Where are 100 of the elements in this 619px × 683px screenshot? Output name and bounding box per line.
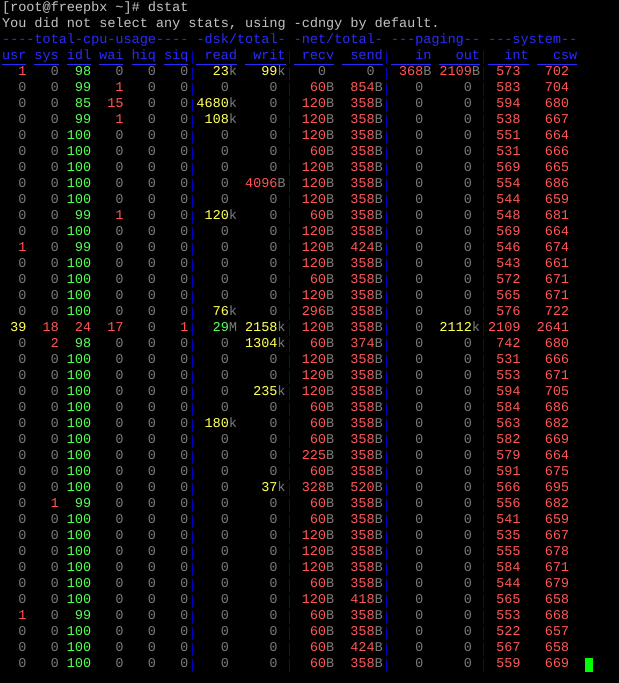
table-cell: 702 (544, 65, 570, 81)
table-cell: 669 (544, 433, 570, 449)
table-cell: 0 (148, 177, 156, 193)
table-cell: 0 (415, 113, 424, 129)
table-cell: 0 (269, 113, 278, 129)
table-cell: 0 (220, 81, 229, 97)
table-cell: 358B (350, 385, 383, 401)
table-cell: 0 (180, 161, 188, 177)
table-cell: 358B (350, 209, 383, 225)
table-cell: 554 (496, 177, 520, 193)
table-cell: 100 (66, 161, 92, 177)
table-cell: 0 (18, 289, 26, 305)
table-cell: 722 (544, 305, 570, 321)
table-cell: 0 (269, 497, 278, 513)
table-cell: 358B (350, 497, 383, 513)
table-cell: 0 (180, 465, 188, 481)
table-cell: 543 (496, 257, 520, 273)
table-cell: 0 (415, 513, 424, 529)
table-cell: 0 (180, 401, 188, 417)
table-cell: 0 (220, 257, 229, 273)
table-cell: 0 (50, 417, 59, 433)
table-cell: 100 (66, 561, 92, 577)
table-cell: 358B (350, 465, 383, 481)
table-cell: 0 (464, 609, 472, 625)
table-cell: 520B (350, 481, 383, 497)
table-cell: 0 (269, 641, 278, 657)
table-cell: 0 (18, 513, 26, 529)
table-cell: 0 (269, 353, 278, 369)
table-cell: 0 (50, 529, 59, 545)
table-cell: 555 (496, 545, 520, 561)
table-cell: 668 (544, 609, 570, 625)
table-cell: 18 (42, 321, 59, 337)
table-cell: 0 (415, 593, 424, 609)
table-cell: 0 (464, 545, 472, 561)
table-cell: 0 (50, 401, 59, 417)
table-cell: 0 (269, 145, 278, 161)
table-cell: 120B (302, 289, 334, 305)
table-cell: 535 (496, 529, 520, 545)
table-cell: 0 (50, 241, 59, 257)
table-cell: 0 (148, 401, 156, 417)
table-cell: 120B (302, 129, 334, 145)
table-cell: 60B (310, 513, 334, 529)
table-cell: 0 (148, 593, 156, 609)
column-header: hiq (132, 50, 156, 64)
table-cell: 99 (74, 113, 92, 129)
table-cell: 742 (496, 337, 520, 353)
table-cell: 358B (350, 193, 383, 209)
table-cell: 531 (496, 353, 520, 369)
table-cell: 667 (544, 529, 570, 545)
table-cell: 0 (180, 177, 188, 193)
table-cell: 1 (18, 241, 26, 257)
table-cell: 591 (496, 465, 520, 481)
table-cell: 553 (496, 609, 520, 625)
table-cell: 100 (66, 257, 92, 273)
table-cell: 0 (148, 465, 156, 481)
column-header: wai (99, 50, 124, 64)
table-cell: 2 (50, 337, 59, 353)
table-cell: 0 (115, 369, 124, 385)
table-cell: 4096B (245, 177, 286, 193)
table-cell: 704 (544, 81, 570, 97)
table-cell: 0 (18, 545, 26, 561)
table-cell: 0 (464, 129, 472, 145)
table-cell: 424B (350, 241, 383, 257)
table-cell: 358B (350, 225, 383, 241)
table-cell: 538 (496, 113, 520, 129)
table-cell: 0 (366, 65, 375, 81)
table-cell: 0 (220, 433, 229, 449)
table-cell: 0 (18, 193, 26, 209)
table-cell: 0 (464, 577, 472, 593)
table-cell: 0 (115, 497, 124, 513)
table-cell: 0 (415, 193, 424, 209)
table-cell: 0 (148, 97, 156, 113)
table-cell: 0 (148, 449, 156, 465)
table-cell: 358B (350, 449, 383, 465)
table-cell: 0 (18, 81, 26, 97)
column-header: in (390, 50, 432, 64)
table-cell: 2641 (536, 321, 570, 337)
table-cell: 0 (180, 193, 188, 209)
table-cell: 0 (269, 193, 278, 209)
table-cell: 0 (18, 369, 26, 385)
table-cell: 664 (544, 129, 570, 145)
table-cell: 296B (302, 305, 334, 321)
table-cell: 0 (115, 129, 124, 145)
table-cell: 29M (212, 321, 237, 337)
table-cell: 0 (464, 273, 472, 289)
column-header: send (342, 50, 383, 64)
table-cell: 0 (220, 545, 229, 561)
table-cell: 0 (415, 465, 424, 481)
table-cell: 0 (148, 577, 156, 593)
table-cell: 0 (415, 385, 424, 401)
table-cell: 1 (50, 497, 59, 513)
table-cell: 358B (350, 545, 383, 561)
table-cell: 0 (220, 593, 229, 609)
table-cell: 358B (350, 417, 383, 433)
table-cell: 100 (66, 625, 92, 641)
table-cell: 680 (544, 337, 570, 353)
table-cell: 0 (115, 273, 124, 289)
table-cell: 100 (66, 417, 92, 433)
table-cell: 0 (115, 577, 124, 593)
table-cell: 0 (415, 273, 424, 289)
